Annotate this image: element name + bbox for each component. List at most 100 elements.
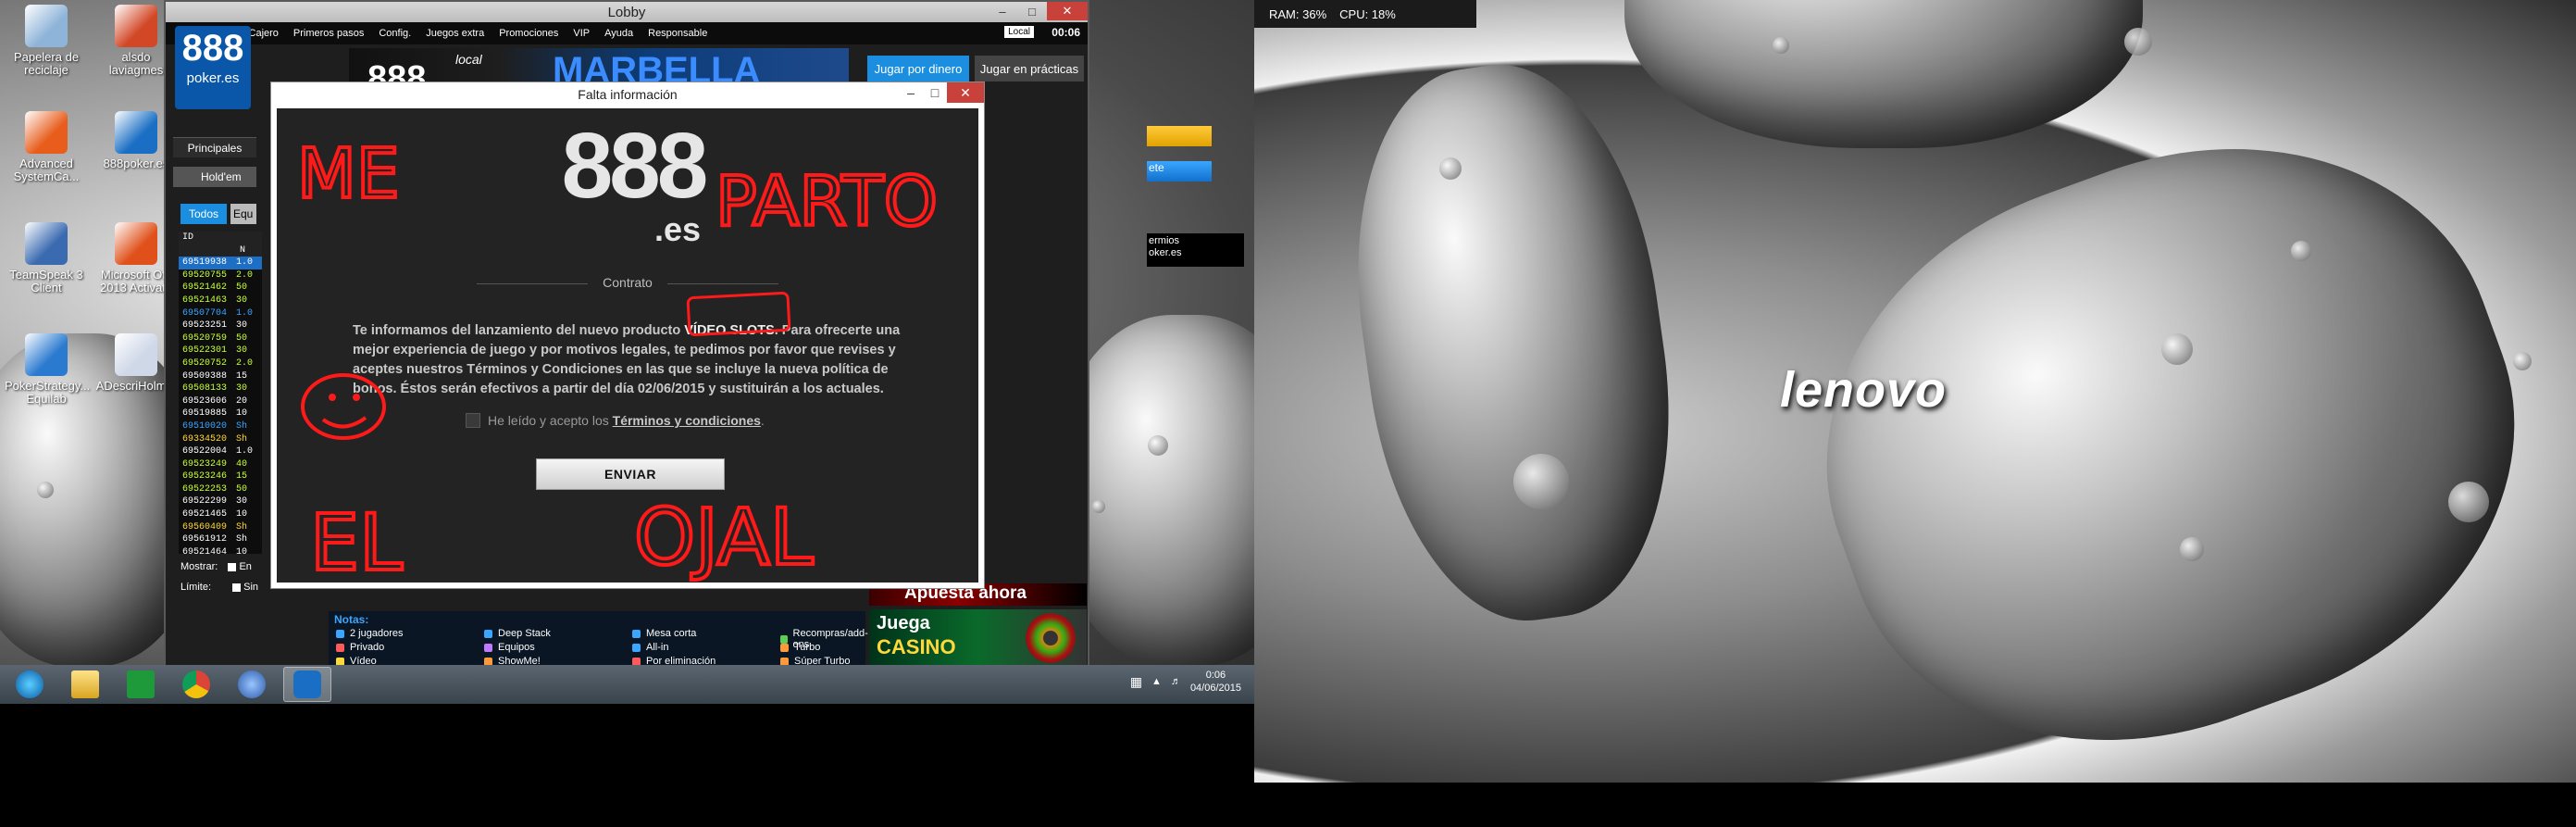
office-icon	[115, 222, 157, 265]
network-icon[interactable]: ▲	[1151, 676, 1162, 687]
table-row[interactable]: 69520755 2.0	[179, 269, 262, 282]
desktop-icon[interactable]: Advanced SystemCa...	[5, 111, 88, 183]
table-row[interactable]: 69521465 10	[179, 508, 262, 521]
table-id: 69522301	[182, 345, 228, 357]
table-row[interactable]: 69523606 20	[179, 395, 262, 408]
taskbar-888poker[interactable]	[283, 667, 331, 702]
table-row[interactable]: 69522299 30	[179, 495, 262, 508]
menu-item-8[interactable]: Responsable	[648, 28, 707, 39]
table-stakes: 30	[236, 496, 248, 507]
table-row[interactable]: 69519938 1.0	[179, 257, 262, 269]
legend-label: Privado	[350, 642, 385, 653]
taskbar-explorer[interactable]	[61, 667, 109, 702]
table-row[interactable]: 69509388 15	[179, 370, 262, 383]
filter-all-button[interactable]: Todos	[180, 204, 227, 224]
table-stakes: 2.0	[236, 357, 254, 369]
taskbar-store[interactable]	[117, 667, 165, 702]
casino-banner[interactable]: Juega CASINO	[869, 609, 1087, 667]
lobby-titlebar[interactable]: Lobby – □ ✕	[166, 2, 1088, 22]
table-row[interactable]: 69521463 30	[179, 294, 262, 307]
legend-item: 2 jugadores	[336, 628, 404, 639]
play-real-money-button[interactable]: Jugar por dinero	[867, 56, 969, 81]
table-row[interactable]: 69507704 1.0	[179, 307, 262, 320]
table-row[interactable]: 69520752 2.0	[179, 357, 262, 370]
taskbar-chrome[interactable]	[172, 667, 220, 702]
mostrar-filter: Mostrar: En	[180, 561, 252, 572]
table-stakes: 2.0	[236, 269, 254, 281]
lobby-clock: 00:06	[1052, 26, 1080, 39]
table-id: 69520755	[182, 269, 228, 281]
888poker-logo: 888 poker.es	[175, 26, 251, 109]
minimize-button[interactable]: –	[988, 2, 1017, 20]
table-stakes: Sh	[236, 534, 248, 545]
table-row[interactable]: 69519885 10	[179, 407, 262, 420]
maximize-button[interactable]: □	[1017, 2, 1047, 20]
menu-item-4[interactable]: Juegos extra	[426, 28, 484, 39]
table-stakes: 20	[236, 395, 248, 407]
desktop-icon[interactable]: PokerStrategy... Equilab	[5, 333, 90, 406]
legend-item: Equipos	[484, 642, 535, 653]
table-stakes: 1.0	[236, 446, 254, 457]
mostrar-checkbox[interactable]	[228, 562, 237, 571]
side-promo-blue-button[interactable]: ete	[1147, 161, 1212, 182]
play-practice-button[interactable]: Jugar en prácticas	[975, 56, 1084, 81]
desktop-icon[interactable]: TeamSpeak 3 Client	[5, 222, 88, 294]
table-row[interactable]: 69523251 30	[179, 320, 262, 332]
table-id: 69520752	[182, 357, 228, 369]
legend-label: All-in	[646, 642, 669, 653]
menu-item-2[interactable]: Primeros pasos	[293, 28, 364, 39]
table-row[interactable]: 69521464 10	[179, 546, 262, 559]
table-row[interactable]: 69523246 15	[179, 470, 262, 483]
terms-link[interactable]: Términos y condiciones	[613, 413, 761, 428]
close-button[interactable]: ✕	[1047, 2, 1088, 20]
table-row[interactable]: 69508133 30	[179, 382, 262, 395]
legend-item: Mesa corta	[632, 628, 696, 639]
table-row[interactable]: 69523249 40	[179, 458, 262, 471]
taskbar-teamspeak[interactable]	[228, 667, 276, 702]
accept-terms-checkbox[interactable]	[466, 413, 480, 428]
desktop-icon[interactable]: Papelera de reciclaje	[5, 5, 88, 77]
language-select[interactable]: Local	[1004, 26, 1034, 38]
table-row[interactable]: 69510020 Sh	[179, 420, 262, 433]
dialog-titlebar[interactable]: Falta información – □ ✕	[271, 82, 984, 107]
table-row[interactable]: 69522301 30	[179, 345, 262, 357]
side-promo-yellow-button[interactable]	[1147, 126, 1212, 146]
section-heading: Contrato	[277, 275, 978, 290]
table-stakes: 30	[236, 294, 248, 306]
table-row[interactable]: 69561912 Sh	[179, 533, 262, 546]
folder-icon	[71, 670, 99, 698]
menu-item-7[interactable]: Ayuda	[604, 28, 633, 39]
table-id: 69521462	[182, 282, 228, 294]
start-button[interactable]	[6, 667, 54, 702]
tab-principales[interactable]: Principales	[173, 137, 256, 157]
windows-flag-icon[interactable]: ▦	[1130, 674, 1142, 690]
table-stakes: 15	[236, 471, 248, 482]
dialog-close-button[interactable]: ✕	[947, 82, 984, 103]
dialog-maximize-button[interactable]: □	[923, 82, 947, 103]
menu-item-1[interactable]: Cajero	[249, 28, 279, 39]
table-stakes: 10	[236, 408, 248, 420]
table-row[interactable]: 69334520 Sh	[179, 433, 262, 446]
store-icon	[127, 670, 155, 698]
table-row[interactable]: 69521462 50	[179, 282, 262, 294]
taskbar-clock[interactable]: 0:06 04/06/2015	[1190, 669, 1241, 695]
table-row[interactable]: 69522004 1.0	[179, 445, 262, 458]
table-id: 69561912	[182, 534, 228, 545]
limite-checkbox[interactable]	[232, 583, 242, 592]
table-row[interactable]: 69560409 Sh	[179, 521, 262, 534]
missing-info-dialog: Falta información – □ ✕ 888 .es Contrato…	[270, 81, 985, 589]
table-row[interactable]: 69522253 50	[179, 483, 262, 496]
dialog-minimize-button[interactable]: –	[899, 82, 923, 103]
menu-item-3[interactable]: Config.	[379, 28, 411, 39]
menu-item-6[interactable]: VIP	[573, 28, 590, 39]
menu-item-5[interactable]: Promociones	[499, 28, 558, 39]
table-row[interactable]: 69520759 50	[179, 332, 262, 345]
volume-icon[interactable]: ♬	[1171, 676, 1181, 687]
table-id: 69510020	[182, 420, 228, 432]
tab-holdem[interactable]: Hold'em	[173, 167, 256, 187]
table-list-header[interactable]: ID N	[179, 232, 262, 257]
submit-button[interactable]: ENVIAR	[536, 458, 725, 490]
table-id: 69523246	[182, 471, 228, 482]
table-id: 69523249	[182, 458, 228, 470]
filter-equipos-button[interactable]: Equ	[230, 204, 256, 224]
